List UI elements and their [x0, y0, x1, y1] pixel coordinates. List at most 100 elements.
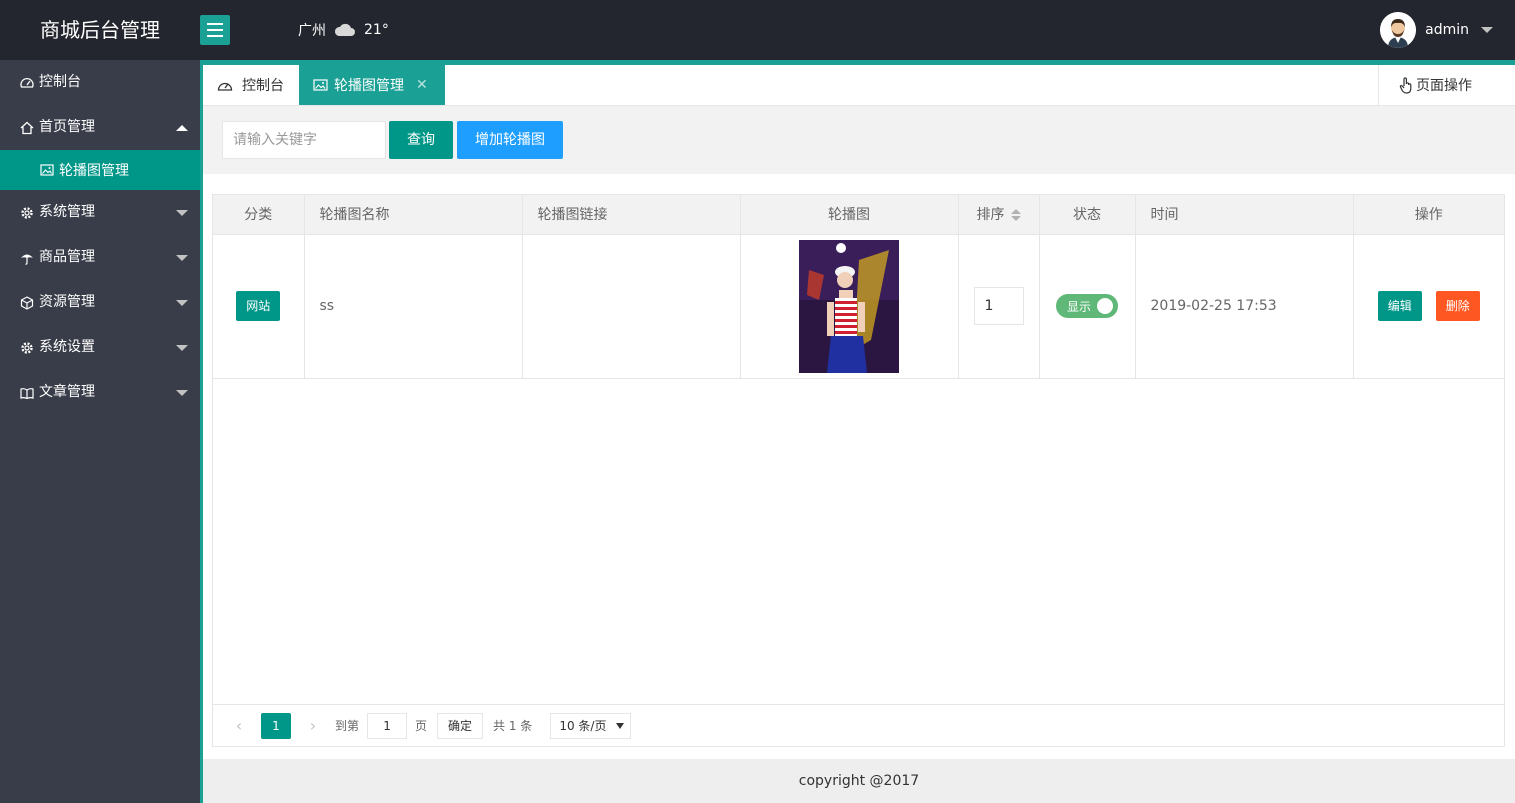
table-row: 网站 ss 1 显示 2019-02-25 17:53 编辑 删除 [213, 234, 1504, 379]
cell-link [522, 234, 741, 379]
footer: copyright @2017 [203, 759, 1515, 803]
cell-status: 显示 [1039, 234, 1136, 379]
status-toggle[interactable]: 显示 [1056, 294, 1118, 318]
chevron-down-icon [176, 345, 188, 351]
dashboard-icon [20, 76, 34, 90]
carousel-thumbnail [799, 239, 899, 373]
cloud-icon [334, 23, 355, 36]
sidebar-item-label: 资源管理 [39, 294, 95, 310]
sidebar: 控制台 首页管理 轮播图管理 系统管理 商品管理 资源管理 系统设置 文章管理 [0, 60, 200, 803]
table-header-row: 分类 轮播图名称 轮播图链接 轮播图 排序 状态 时间 操作 [213, 195, 1504, 235]
cube-icon [20, 295, 34, 310]
image-icon [40, 163, 54, 177]
hamburger-icon [207, 23, 223, 25]
pointer-hand-icon [1399, 76, 1412, 94]
avatar-icon [1380, 12, 1417, 48]
toggle-knob [1097, 298, 1113, 314]
page-suffix: 页 [415, 719, 428, 733]
goto-label: 到第 [335, 719, 360, 733]
cell-order [958, 234, 1040, 379]
user-menu[interactable]: admin [1380, 0, 1493, 60]
tab-carousel[interactable]: 轮播图管理 ✕ [299, 65, 445, 105]
cell-time: 2019-02-25 17:53 [1135, 234, 1354, 379]
cell-image [740, 234, 959, 379]
gear-icon [20, 206, 34, 220]
page-size-value: 10 条/页 [559, 718, 607, 733]
chevron-up-icon [176, 125, 188, 131]
cell-category: 网站 [213, 234, 305, 379]
sidebar-item-resource-mgmt[interactable]: 资源管理 [0, 280, 200, 325]
top-header: 商城后台管理 广州 21° admin [0, 0, 1515, 60]
sidebar-item-system-settings[interactable]: 系统设置 [0, 325, 200, 370]
menu-toggle-button[interactable] [200, 15, 230, 45]
weather-city: 广州 [298, 23, 326, 39]
status-toggle-label: 显示 [1067, 299, 1092, 314]
pagination: ‹ 1 › 到第 页 确定 共 1 条 10 条/页 [213, 704, 1504, 746]
sidebar-item-dashboard[interactable]: 控制台 [0, 60, 200, 105]
column-header-time: 时间 [1135, 195, 1354, 235]
page-current[interactable]: 1 [261, 712, 291, 739]
avatar [1380, 12, 1417, 48]
page-size-select[interactable]: 10 条/页 [550, 712, 632, 739]
category-badge[interactable]: 网站 [236, 291, 281, 321]
sidebar-item-label: 首页管理 [39, 119, 95, 135]
tab-label: 轮播图管理 [334, 78, 404, 94]
column-header-link: 轮播图链接 [522, 195, 741, 235]
sidebar-item-label: 轮播图管理 [59, 163, 129, 179]
close-icon[interactable]: ✕ [416, 77, 428, 93]
chevron-down-icon [176, 210, 188, 216]
sidebar-item-system-mgmt[interactable]: 系统管理 [0, 190, 200, 235]
column-header-image: 轮播图 [740, 195, 959, 235]
add-carousel-button[interactable]: 增加轮播图 [457, 121, 563, 159]
page-operations-button[interactable]: 页面操作 [1378, 65, 1515, 105]
tab-dashboard[interactable]: 控制台 [203, 65, 299, 105]
total-count: 共 1 条 [493, 719, 533, 733]
chevron-down-icon [176, 255, 188, 261]
image-icon [313, 79, 328, 91]
umbrella-icon [20, 251, 34, 265]
sidebar-item-goods-mgmt[interactable]: 商品管理 [0, 235, 200, 280]
home-icon [20, 121, 34, 135]
column-header-status: 状态 [1039, 195, 1136, 235]
page-operations-label: 页面操作 [1416, 78, 1472, 94]
query-button[interactable]: 查询 [389, 121, 453, 159]
weather-temp: 21° [364, 22, 389, 38]
sort-icon[interactable] [1010, 209, 1021, 222]
goto-confirm-button[interactable]: 确定 [437, 712, 484, 739]
sidebar-item-label: 系统管理 [39, 204, 95, 220]
chevron-left-icon[interactable]: ‹ [229, 713, 249, 739]
cell-name: ss [304, 234, 523, 379]
sidebar-item-label: 系统设置 [39, 339, 95, 355]
app-title: 商城后台管理 [40, 18, 160, 42]
search-toolbar: 查询 增加轮播图 [203, 106, 1515, 174]
goto-page-input[interactable] [367, 712, 408, 739]
chevron-down-icon [176, 390, 188, 396]
gear-icon [20, 341, 34, 355]
column-header-order-label: 排序 [976, 207, 1005, 224]
sidebar-item-label: 商品管理 [39, 249, 95, 265]
sidebar-item-carousel[interactable]: 轮播图管理 [0, 150, 200, 190]
chevron-right-icon[interactable]: › [303, 713, 323, 739]
sidebar-item-home-mgmt[interactable]: 首页管理 [0, 105, 200, 150]
sidebar-item-article-mgmt[interactable]: 文章管理 [0, 370, 200, 415]
cell-actions: 编辑 删除 [1353, 234, 1504, 379]
chevron-down-icon [176, 300, 188, 306]
carousel-table: 分类 轮播图名称 轮播图链接 轮播图 排序 状态 时间 操作 网站 ss 1 显… [212, 194, 1505, 747]
column-header-order[interactable]: 排序 [958, 195, 1040, 235]
tab-label: 控制台 [242, 78, 284, 94]
column-header-actions: 操作 [1353, 195, 1504, 235]
edit-button[interactable]: 编辑 [1377, 291, 1422, 321]
weather-widget: 广州 21° [298, 0, 389, 60]
sidebar-item-label: 文章管理 [39, 384, 95, 400]
chevron-down-icon [1481, 27, 1493, 33]
content-panel: 分类 轮播图名称 轮播图链接 轮播图 排序 状态 时间 操作 网站 ss 1 显… [203, 174, 1515, 759]
tab-bar: 控制台 轮播图管理 ✕ 页面操作 [203, 60, 1515, 106]
username: admin [1425, 22, 1469, 38]
order-input[interactable] [973, 287, 1024, 325]
delete-button[interactable]: 删除 [1435, 291, 1480, 321]
column-header-category: 分类 [213, 195, 305, 235]
dashboard-icon [217, 82, 233, 91]
column-header-name: 轮播图名称 [304, 195, 523, 235]
search-input[interactable] [222, 121, 386, 159]
book-icon [20, 386, 34, 400]
